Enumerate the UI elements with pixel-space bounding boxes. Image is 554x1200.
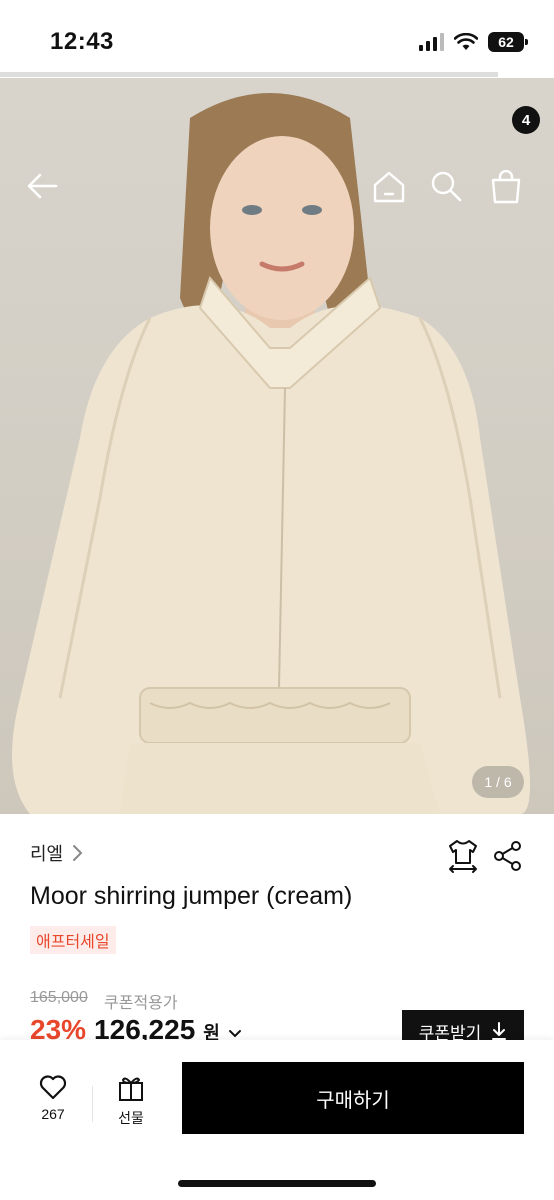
share-icon [494,841,521,871]
arrow-left-icon [27,173,58,199]
original-price: 165,000 [30,989,88,1006]
search-button[interactable] [430,170,470,210]
product-image[interactable] [0,78,554,814]
like-button[interactable]: 267 [30,1074,76,1122]
cart-button[interactable] [490,170,530,210]
signal-icon [419,33,444,51]
brand-name: 리엘 [30,844,64,864]
cart-count-badge: 4 [512,106,540,134]
download-icon [492,1022,507,1040]
gift-button[interactable]: 선물 [108,1074,154,1128]
status-time: 12:43 [50,28,114,55]
product-photo [12,93,530,814]
gift-icon [119,1077,143,1101]
home-icon [373,171,405,203]
home-indicator [178,1180,376,1187]
chevron-down-icon[interactable] [228,1029,242,1039]
image-page-counter: 1 / 6 [472,766,524,798]
home-button[interactable] [372,170,412,210]
search-icon [431,171,462,202]
battery-icon: 62 [488,32,528,52]
chevron-right-icon [73,845,83,861]
product-title: Moor shirring jumper (cream) [30,882,353,910]
status-bar: 12:43 62 [0,0,554,78]
brand-link[interactable]: 리엘 [30,840,83,866]
buy-button[interactable]: 구매하기 [182,1062,524,1134]
shopping-bag-icon [491,170,521,204]
wifi-icon [454,33,478,50]
like-count: 267 [41,1106,65,1122]
size-guide-button[interactable] [446,838,480,874]
divider [92,1086,93,1122]
shirt-icon [449,840,477,873]
coupon-price-note: 쿠폰적용가 [104,995,178,1012]
sale-tag: 애프터세일 [30,926,116,954]
status-icons: 62 [419,32,528,52]
page-loading-bar [0,72,498,77]
back-button[interactable] [26,172,66,208]
share-button[interactable] [492,840,524,872]
gift-label: 선물 [118,1110,144,1126]
heart-icon [39,1075,67,1100]
